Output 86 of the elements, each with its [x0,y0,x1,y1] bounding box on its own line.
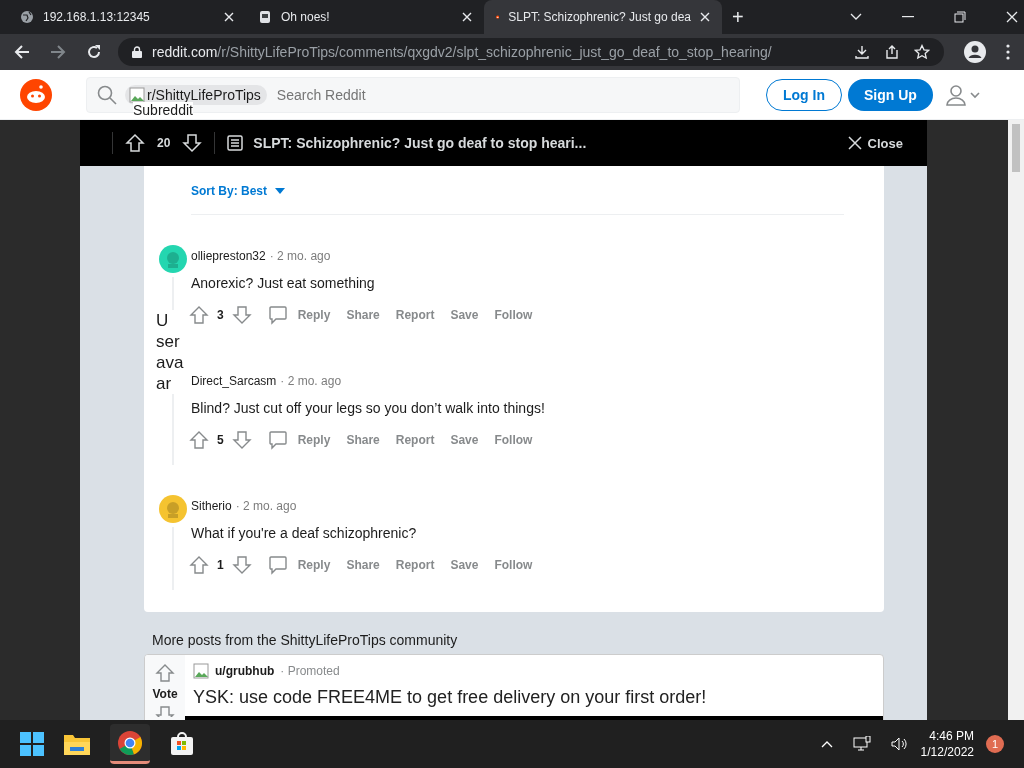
menu-icon[interactable] [1006,44,1010,60]
close-button[interactable]: Close [841,134,909,152]
comment-action-button[interactable]: Reply [291,556,337,574]
comment-icon[interactable] [267,555,288,575]
clock-date[interactable]: 1/12/2022 [920,744,974,760]
notification-badge[interactable]: 1 [986,735,1004,753]
clock-time[interactable]: 4:46 PM [929,728,974,744]
image-alt-text: U ser ava ar [156,310,184,394]
post-icon [227,135,244,151]
timestamp: · 2 mo. ago [269,249,331,263]
close-icon[interactable] [462,12,472,22]
post-title[interactable]: YSK: use code FREE4ME to get free delivery on your first order! [193,687,883,708]
broken-image-icon [129,86,145,103]
comment-action-button[interactable]: Share [340,556,386,574]
reload-icon[interactable] [86,44,102,60]
comment-icon[interactable] [267,305,288,325]
chevron-up-icon[interactable] [820,740,833,748]
lock-icon [132,46,142,58]
chevron-down-icon[interactable] [850,13,862,21]
vote-label: Vote [152,687,178,701]
community-chip[interactable]: r/ShittyLifeProTips [125,84,267,105]
comment-action-button[interactable]: Save [444,431,485,449]
post-card[interactable]: Vote u/grubhub · Promoted YSK: use code FREE4ME to get free delivery on your first order! [144,654,884,720]
chrome-icon[interactable] [118,730,142,755]
username[interactable]: Direct_Sarcasm [191,374,277,388]
folder-icon[interactable] [64,733,90,755]
score: 20 [157,136,171,150]
browser-tab[interactable]: SLPT: Schizophrenic? Just go dea [484,0,722,34]
network-icon[interactable] [852,736,871,752]
comment-action-button[interactable]: Report [389,556,441,574]
search-icon [97,84,117,105]
comment-action-button[interactable]: Follow [488,431,539,449]
windows-icon[interactable] [20,732,44,756]
comment-action-button[interactable]: Share [340,306,386,324]
star-icon[interactable] [914,44,930,60]
caret-down-icon [275,188,285,194]
post-title: SLPT: Schizophrenic? Just go deaf to stop heari... [253,135,587,151]
speaker-icon[interactable] [890,737,907,751]
forward-icon[interactable] [50,44,66,60]
share-icon[interactable] [884,44,900,60]
comment-action-button[interactable]: Follow [488,306,539,324]
username[interactable]: u/grubhub [215,664,275,678]
reddit-logo[interactable] [20,78,52,111]
comment-action-button[interactable]: Reply [291,306,337,324]
login-button[interactable]: Log In [766,78,842,111]
score: 1 [216,558,225,572]
comment-action-button[interactable]: Follow [488,556,539,574]
comment-text: Anorexic? Just eat something [191,275,376,291]
promoted-label: · Promoted [280,664,340,678]
close-icon[interactable] [1006,11,1018,23]
comment-action-button[interactable]: Report [389,306,441,324]
score: 3 [216,308,225,322]
restore-icon[interactable] [954,11,966,23]
username[interactable]: olliepreston32 [191,249,266,263]
timestamp: · 2 mo. ago [235,499,297,513]
signup-button[interactable]: Sign Up [848,78,933,111]
broken-image-icon [193,663,209,679]
score: 5 [216,433,225,447]
comment-icon[interactable] [267,430,288,450]
comment-text: Blind? Just cut off your legs so you don’t walk into things! [191,400,545,416]
back-icon[interactable] [14,44,30,60]
download-icon[interactable] [854,44,870,60]
comment-text: What if you're a deaf schizophrenic? [191,525,418,541]
comment-action-button[interactable]: Report [389,431,441,449]
browser-tab[interactable]: 192.168.1.13:12345 [8,0,246,34]
profile-icon[interactable] [964,41,986,63]
comment-action-button[interactable]: Save [444,306,485,324]
globe-icon [20,10,34,24]
section-heading: More posts from the ShittyLifeProTips community [152,632,459,648]
comment-action-button[interactable]: Save [444,556,485,574]
scrollbar-thumb[interactable] [1012,124,1020,172]
user-menu-icon[interactable] [944,83,981,106]
comment-action-button[interactable]: Share [340,431,386,449]
close-icon [847,136,862,150]
browser-tab[interactable]: Oh noes! [246,0,484,34]
username[interactable]: Sitherio [191,499,232,513]
new-tab-button[interactable]: + [732,5,744,29]
timestamp: · 2 mo. ago [280,374,342,388]
store-icon[interactable] [170,732,194,756]
avatar[interactable] [158,245,187,273]
address-bar[interactable]: reddit.com/r/ShittyLifeProTips/comments/qxgdv2/slpt_schizophrenic_just_go_deaf_to_stop_hearing/ [118,38,944,66]
comment-action-button[interactable]: Reply [291,431,337,449]
sort-dropdown[interactable]: Sort By: Best [191,184,285,198]
minimize-icon[interactable] [902,16,914,18]
close-icon[interactable] [224,12,234,22]
close-icon[interactable] [700,12,710,22]
